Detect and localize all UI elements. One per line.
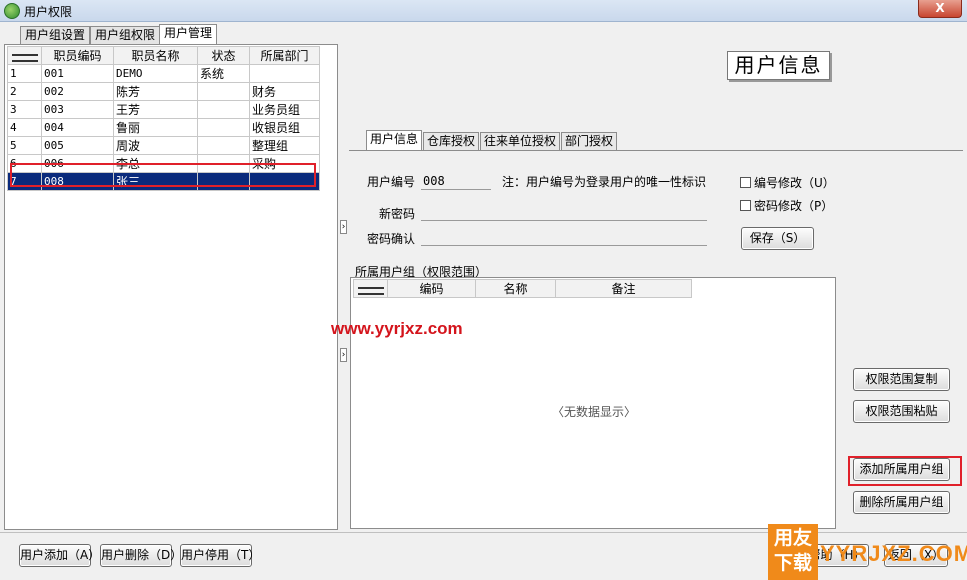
col-header-dept[interactable]: 所属部门 <box>249 46 320 65</box>
page-title: 用户信息 <box>727 51 830 80</box>
add-user-button[interactable]: 用户添加（A） <box>19 544 100 567</box>
disable-user-button[interactable]: 用户停用（T） <box>180 544 260 567</box>
col-header-group-code[interactable]: 编码 <box>387 279 476 298</box>
cell-status: 系统 <box>197 64 250 83</box>
cell-dept: 业务员组 <box>249 100 320 119</box>
cell-status <box>197 136 250 155</box>
paste-permissions-button[interactable]: 权限范围粘贴 <box>853 400 950 423</box>
close-button[interactable]: X <box>918 0 962 18</box>
cell-dept: 财务 <box>249 82 320 101</box>
row-number: 2 <box>7 82 42 101</box>
selected-row-highlight <box>10 163 316 187</box>
delete-user-button[interactable]: 用户删除（D） <box>100 544 182 567</box>
edit-no-checkbox[interactable] <box>740 177 751 188</box>
row-number: 1 <box>7 64 42 83</box>
row-number: 5 <box>7 136 42 155</box>
table-row[interactable]: 3 003 王芳 业务员组 <box>7 100 320 119</box>
row-number: 3 <box>7 100 42 119</box>
cell-dept: 整理组 <box>249 136 320 155</box>
cell-code: 005 <box>41 136 114 155</box>
tab-user-group-permissions[interactable]: 用户组权限 <box>90 26 161 44</box>
logo-brand-text: YYRJXZ.COM <box>820 541 967 566</box>
expand-arrow-icon[interactable]: › <box>340 220 347 234</box>
cell-status <box>197 100 250 119</box>
table-row[interactable]: 5 005 周波 整理组 <box>7 136 320 155</box>
window-title: 用户权限 <box>24 5 73 19</box>
add-group-highlight <box>848 456 962 486</box>
col-header-status[interactable]: 状态 <box>197 46 250 65</box>
detail-tab-strip: 用户信息 仓库授权 往来单位授权 部门授权 <box>348 130 965 150</box>
cell-name: 王芳 <box>113 100 198 119</box>
top-tab-strip: 用户组设置 用户组权限 用户管理 <box>0 24 967 44</box>
cell-code: 002 <box>41 82 114 101</box>
user-grid-header: 职员编码 职员名称 状态 所属部门 <box>7 46 320 65</box>
table-row[interactable]: 4 004 鲁丽 收银员组 <box>7 118 320 137</box>
confirm-password-label: 密码确认 <box>367 232 416 246</box>
new-password-label: 新密码 <box>379 207 416 221</box>
user-no-note: 注：用户编号为登录用户的唯一性标识 <box>502 175 707 189</box>
table-row[interactable]: 1 001 DEMO 系统 <box>7 64 320 83</box>
edit-no-label[interactable]: 编号修改（U） <box>754 174 835 191</box>
grid-menu-icon[interactable] <box>353 279 388 298</box>
cell-dept <box>249 64 320 83</box>
edit-password-label[interactable]: 密码修改（P） <box>754 197 833 214</box>
cell-name: 陈芳 <box>113 82 198 101</box>
cell-name: DEMO <box>113 64 198 83</box>
col-header-group-remark[interactable]: 备注 <box>555 279 692 298</box>
brand-logo: 用友 下载 <box>768 524 818 580</box>
cell-status <box>197 118 250 137</box>
groups-grid-header: 编码 名称 备注 <box>353 279 692 298</box>
empty-state-text: 〈无数据显示〉 <box>551 405 636 419</box>
copy-permissions-button[interactable]: 权限范围复制 <box>853 368 950 391</box>
title-bar: 用户权限 X <box>0 0 967 22</box>
cell-status <box>197 82 250 101</box>
logo-line-2: 下载 <box>773 552 812 574</box>
user-groups-grid: 编码 名称 备注 〈无数据显示〉 <box>350 277 836 529</box>
user-no-label: 用户编号 <box>367 175 416 189</box>
tab-partner-auth[interactable]: 往来单位授权 <box>480 132 561 150</box>
app-icon <box>4 3 20 19</box>
cell-name: 鲁丽 <box>113 118 198 137</box>
edit-password-checkbox[interactable] <box>740 200 751 211</box>
cell-code: 001 <box>41 64 114 83</box>
row-number: 4 <box>7 118 42 137</box>
delete-user-group-button[interactable]: 删除所属用户组 <box>853 491 950 514</box>
tab-user-info[interactable]: 用户信息 <box>366 130 423 150</box>
col-header-group-name[interactable]: 名称 <box>475 279 556 298</box>
cell-code: 004 <box>41 118 114 137</box>
col-header-code[interactable]: 职员编码 <box>41 46 114 65</box>
panel-splitter[interactable]: › › <box>339 44 348 530</box>
watermark-url: www.yyrjxz.com <box>331 319 463 338</box>
expand-arrow-icon[interactable]: › <box>340 348 347 362</box>
grid-menu-icon[interactable] <box>7 46 42 65</box>
cell-code: 003 <box>41 100 114 119</box>
user-no-underline <box>421 189 491 190</box>
table-row[interactable]: 2 002 陈芳 财务 <box>7 82 320 101</box>
cell-dept: 收银员组 <box>249 118 320 137</box>
col-header-name[interactable]: 职员名称 <box>113 46 198 65</box>
user-list-panel: 职员编码 职员名称 状态 所属部门 1 001 DEMO 系统 2 002 陈芳… <box>4 44 338 530</box>
user-no-field[interactable]: 008 <box>423 174 445 188</box>
cell-name: 周波 <box>113 136 198 155</box>
logo-line-1: 用友 <box>773 527 812 549</box>
tab-department-auth[interactable]: 部门授权 <box>561 132 618 150</box>
tab-user-group-settings[interactable]: 用户组设置 <box>20 26 91 44</box>
tab-warehouse-auth[interactable]: 仓库授权 <box>423 132 480 150</box>
new-password-field[interactable] <box>421 220 707 221</box>
confirm-password-field[interactable] <box>421 245 707 246</box>
tab-user-management[interactable]: 用户管理 <box>159 24 218 44</box>
save-button[interactable]: 保存（S） <box>741 227 814 250</box>
